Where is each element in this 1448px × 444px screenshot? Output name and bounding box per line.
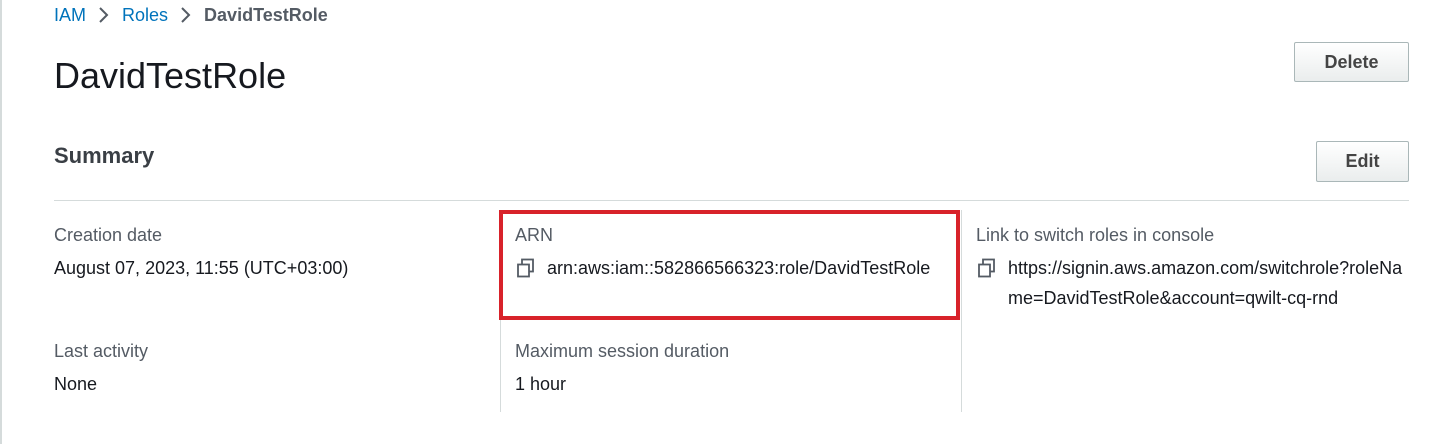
creation-date-label: Creation date — [54, 225, 163, 245]
summary-divider — [54, 200, 1409, 201]
arn-highlight-box — [499, 210, 960, 320]
switch-link-value[interactable]: https://signin.aws.amazon.com/switchrole… — [1008, 253, 1404, 313]
breadcrumb-iam[interactable]: IAM — [54, 5, 86, 26]
chevron-right-icon — [168, 4, 204, 26]
last-activity-label: Last activity — [54, 341, 149, 361]
page-title: DavidTestRole — [54, 55, 287, 96]
chevron-right-icon — [86, 4, 122, 26]
breadcrumb-roles[interactable]: Roles — [122, 5, 168, 26]
page-left-border — [0, 0, 2, 444]
switch-link-label: Link to switch roles in console — [976, 225, 1215, 245]
switch-link-row: https://signin.aws.amazon.com/switchrole… — [976, 253, 1404, 313]
max-session-value: 1 hour — [515, 374, 567, 394]
last-activity-value: None — [54, 374, 98, 394]
edit-button[interactable]: Edit — [1316, 141, 1409, 182]
copy-icon[interactable] — [976, 257, 998, 279]
max-session-label: Maximum session duration — [515, 341, 730, 361]
column-divider — [961, 210, 962, 412]
breadcrumb: IAM Roles DavidTestRole — [54, 4, 328, 26]
breadcrumb-current: DavidTestRole — [204, 4, 328, 25]
delete-button[interactable]: Delete — [1294, 42, 1409, 82]
summary-title: Summary — [54, 143, 155, 168]
creation-date-value: August 07, 2023, 11:55 (UTC+03:00) — [54, 258, 349, 278]
